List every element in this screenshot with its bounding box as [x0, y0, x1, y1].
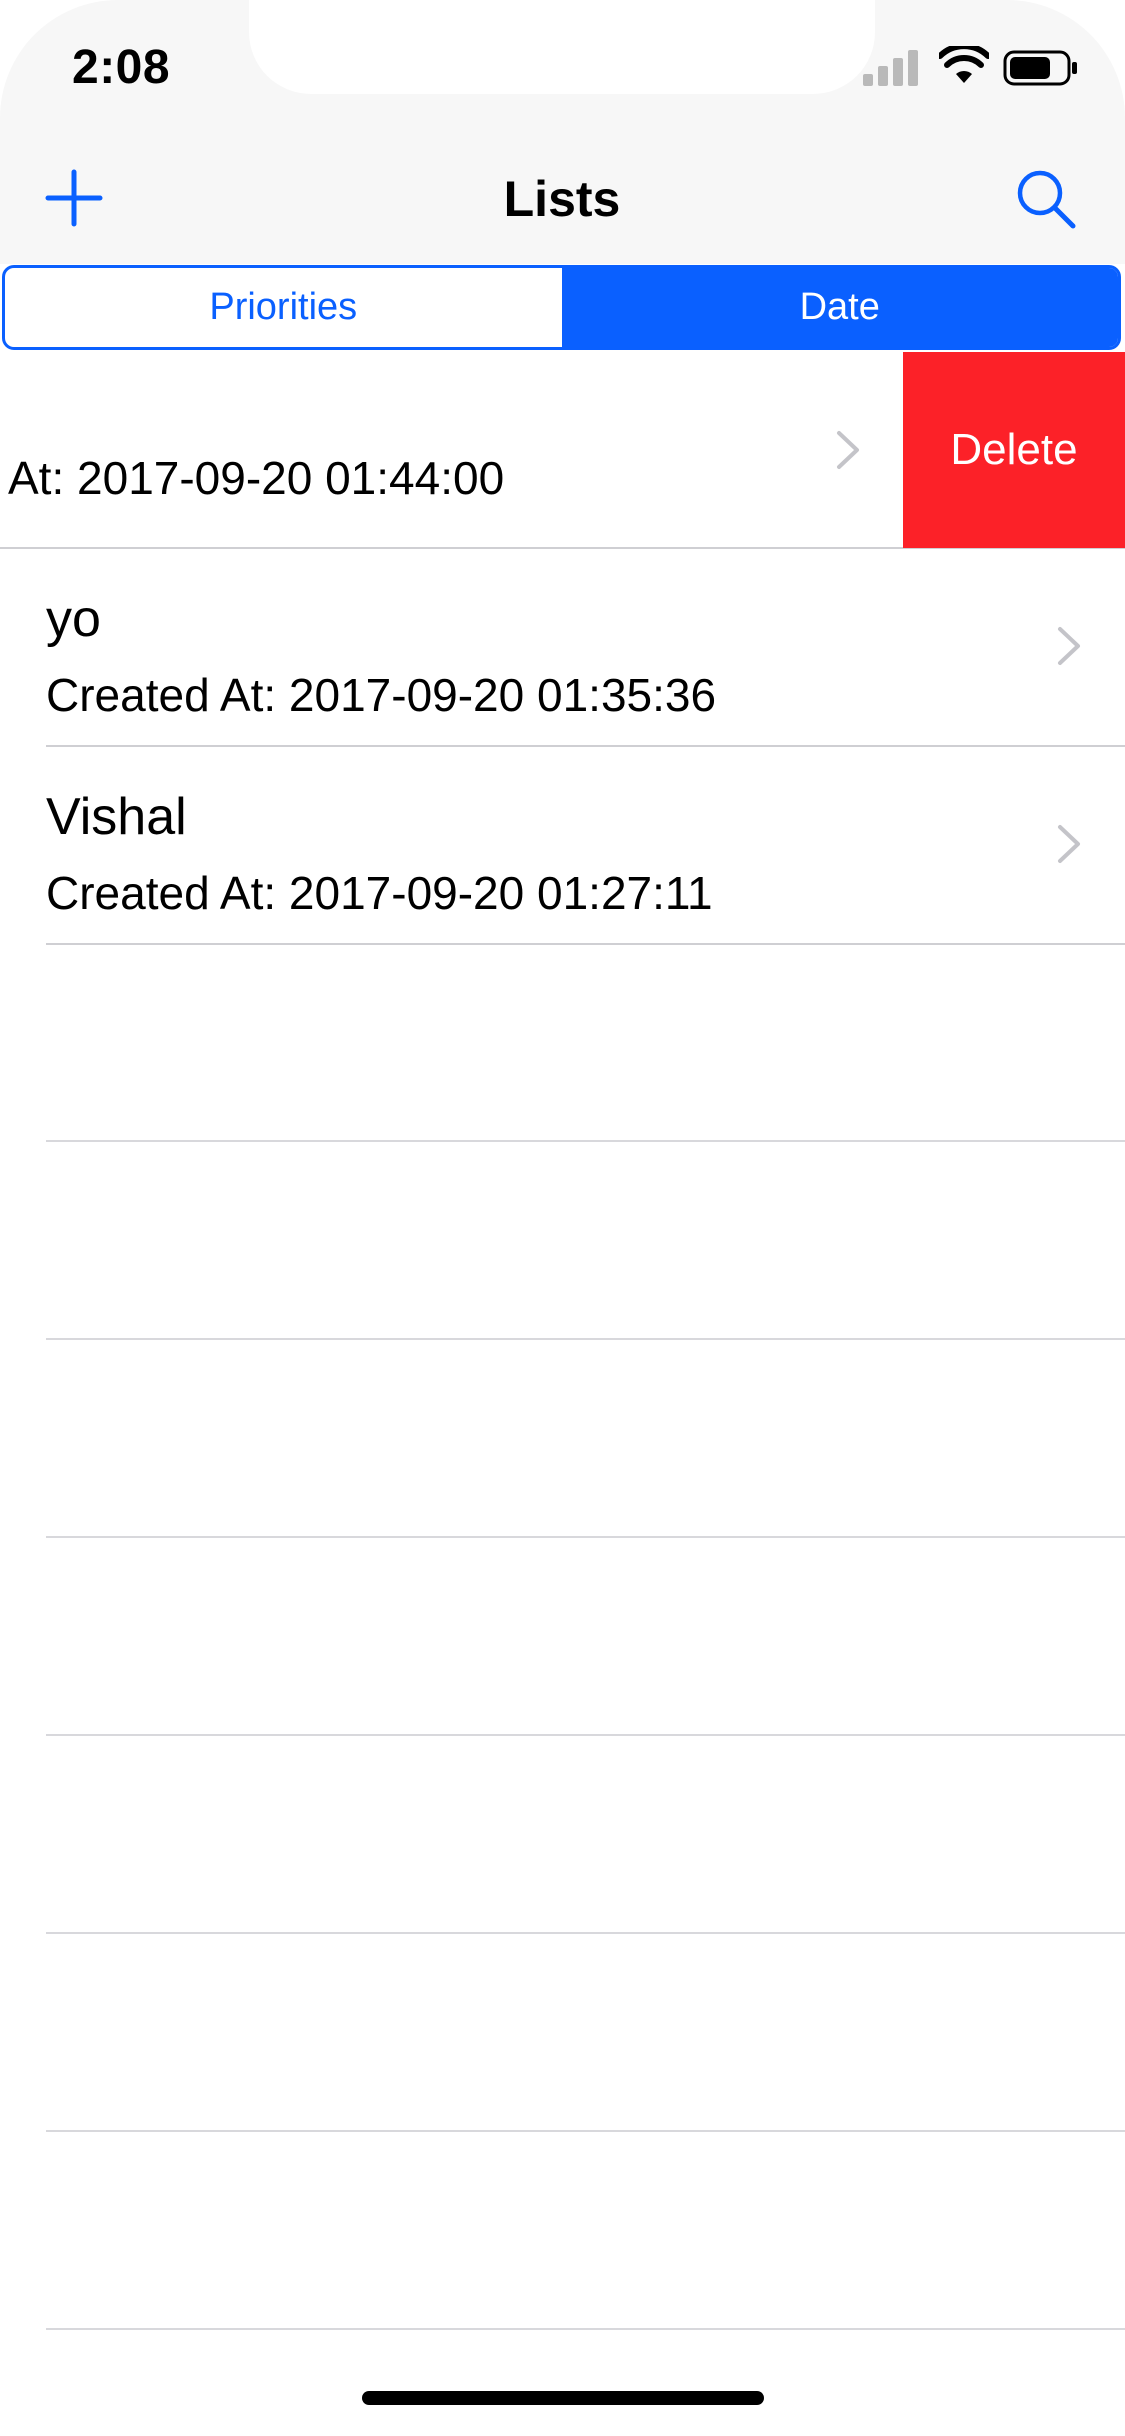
segment-priorities[interactable]: Priorities [5, 268, 562, 347]
list-row-created-at: Created At: 2017-09-20 01:27:11 [46, 867, 713, 919]
list-row-created-at: Created At: 2017-09-20 01:35:36 [46, 669, 717, 721]
segment-date[interactable]: Date [561, 268, 1118, 347]
list-row-content: yo Created At: 2017-09-20 01:35:36 [0, 550, 1125, 747]
empty-row-divider [46, 2328, 1125, 2330]
wifi-icon [939, 46, 989, 83]
list-row[interactable]: Vishal Created At: 2017-09-20 01:27:11 [0, 748, 1125, 945]
status-time: 2:08 [72, 41, 171, 94]
status-icons [863, 46, 1081, 90]
row-divider [46, 943, 1125, 945]
empty-row-divider [46, 1734, 1125, 1736]
chevron-right-icon [837, 431, 859, 469]
plus-icon [45, 169, 103, 227]
empty-row-divider [46, 1338, 1125, 1340]
empty-row-divider [46, 1140, 1125, 1142]
chevron-right-icon [1058, 627, 1080, 665]
sort-segmented-control: Priorities Date [2, 265, 1121, 350]
list-row[interactable]: yo Created At: 2017-09-20 01:35:36 [0, 550, 1125, 747]
empty-row-divider [46, 2130, 1125, 2132]
list-row-title: Vishal [46, 788, 187, 846]
empty-row-divider [46, 1536, 1125, 1538]
row-divider [46, 745, 1125, 747]
device-notch [249, 0, 875, 94]
empty-row-divider [46, 1932, 1125, 1934]
list-row-created-at: At: 2017-09-20 01:44:00 [8, 452, 505, 504]
top-chrome: 2:08 Lists [0, 0, 1125, 264]
battery-icon [1003, 50, 1077, 86]
delete-button[interactable]: Delete [903, 352, 1125, 548]
chevron-right-icon [1058, 825, 1080, 863]
cellular-signal-icon [863, 50, 918, 86]
add-list-button[interactable] [44, 168, 104, 228]
home-indicator[interactable] [362, 2391, 764, 2405]
list-row-content: Vishal Created At: 2017-09-20 01:27:11 [0, 748, 1125, 945]
list-row-content: At: 2017-09-20 01:44:00 [0, 352, 903, 549]
search-button[interactable] [1015, 168, 1077, 230]
search-icon [1017, 170, 1076, 229]
list-row-title: yo [46, 590, 101, 648]
page-title: Lists [503, 171, 621, 227]
